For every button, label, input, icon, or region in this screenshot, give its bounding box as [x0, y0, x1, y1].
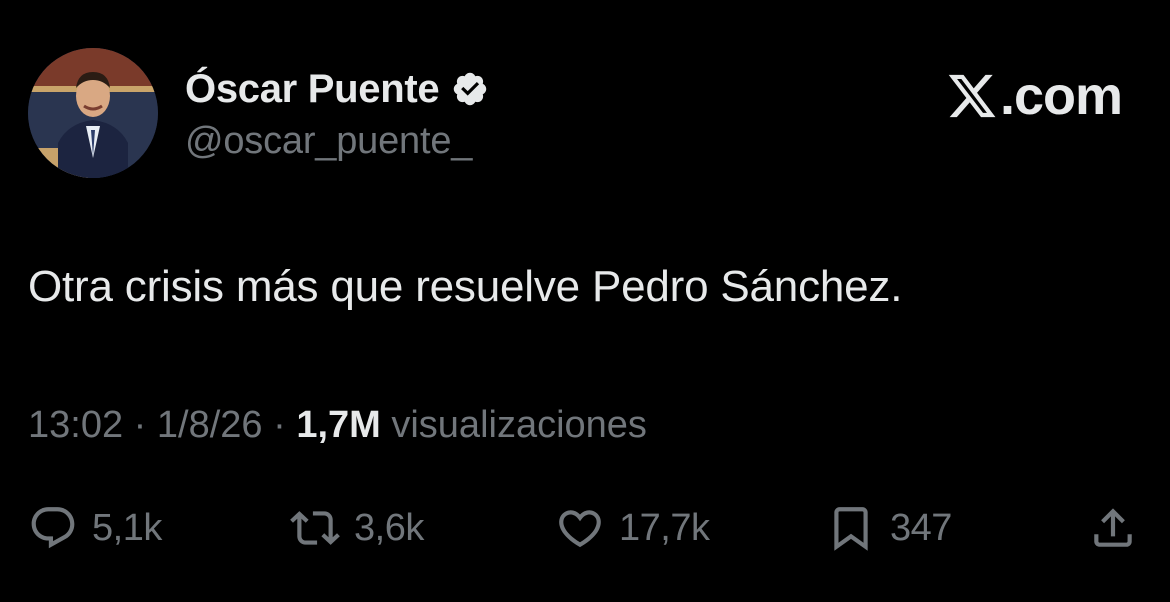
like-count: 17,7k — [619, 506, 710, 549]
retweet-icon — [290, 511, 340, 545]
verified-badge-icon — [454, 72, 487, 106]
views-count[interactable]: 1,7M — [296, 404, 380, 446]
retweet-count: 3,6k — [354, 506, 424, 549]
tweet-text: Otra crisis más que resuelve Pedro Sánch… — [28, 262, 903, 311]
meta-separator: · — [273, 404, 286, 446]
reply-button[interactable]: 5,1k — [28, 498, 162, 558]
author-name[interactable]: Óscar Puente — [185, 67, 440, 112]
views-label: visualizaciones — [391, 404, 647, 446]
heart-icon — [559, 510, 601, 548]
brand-watermark: .com — [946, 66, 1123, 126]
tweet-date[interactable]: 1/8/26 — [157, 404, 263, 446]
avatar-photo — [28, 48, 158, 178]
reply-count: 5,1k — [92, 506, 162, 549]
like-button[interactable]: 17,7k — [555, 498, 710, 558]
bookmark-icon — [834, 507, 868, 551]
x-logo-icon — [948, 74, 996, 118]
reply-icon — [31, 507, 75, 549]
share-button[interactable] — [1088, 498, 1138, 558]
tweet-meta: 13:02 · 1/8/26 · 1,7M visualizaciones — [28, 404, 647, 447]
share-icon — [1094, 508, 1132, 547]
bookmark-button[interactable]: 347 — [826, 498, 952, 558]
meta-separator: · — [133, 404, 147, 446]
action-bar: 5,1k 3,6k 17,7k 347 — [0, 498, 1170, 558]
retweet-button[interactable]: 3,6k — [290, 498, 424, 558]
bookmark-count: 347 — [890, 506, 952, 549]
author-name-row[interactable]: Óscar Puente — [185, 64, 489, 114]
avatar[interactable] — [28, 48, 158, 178]
brand-domain-text: .com — [999, 66, 1123, 126]
author-handle[interactable]: @oscar_puente_ — [185, 120, 472, 163]
tweet-time[interactable]: 13:02 — [28, 404, 123, 446]
